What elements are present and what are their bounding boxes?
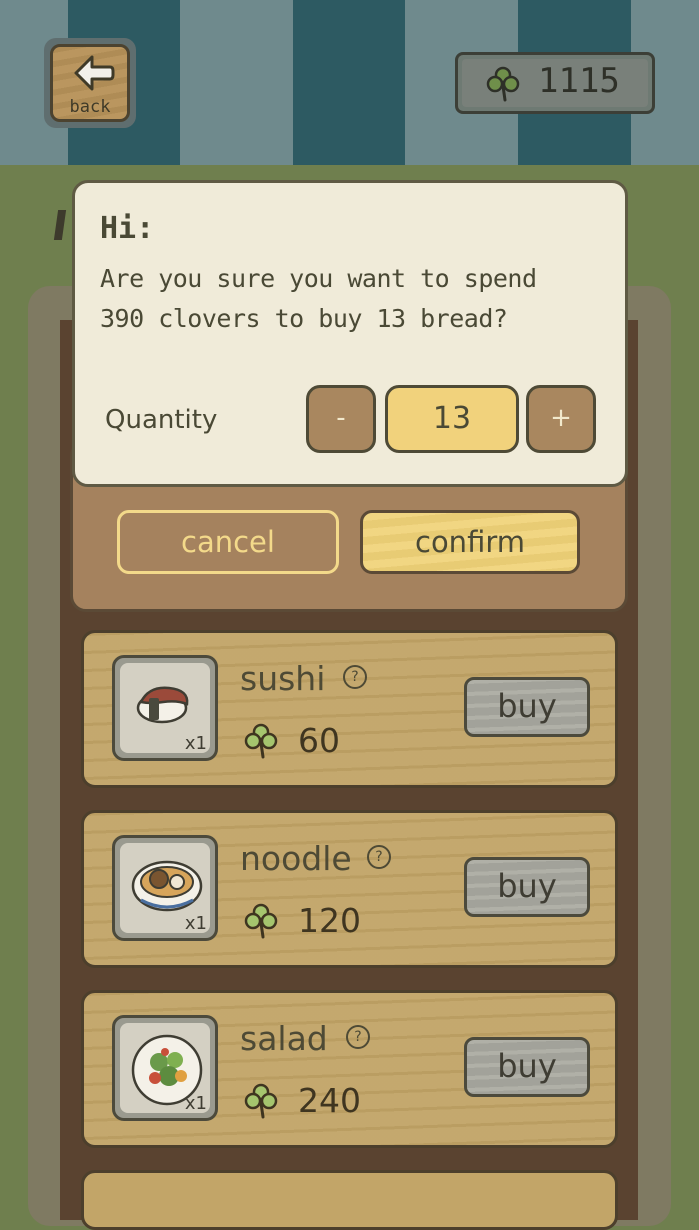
help-icon[interactable]: ? [367,845,391,869]
item-thumbnail: x1 [112,655,218,761]
item-qty: x1 [184,733,207,754]
buy-button[interactable]: buy [464,857,590,917]
cancel-button[interactable]: cancel [117,510,339,574]
noodle-bowl-icon [131,860,203,912]
clover-icon [486,66,520,102]
help-icon[interactable]: ? [346,1025,370,1049]
purchase-confirm-dialog: Hi: Are you sure you want to spend 390 c… [72,180,628,487]
item-name: noodle [240,839,352,878]
item-name: sushi [240,659,326,698]
shop-title-fragment [53,210,67,240]
shop-item-partial [81,1170,618,1230]
buy-button[interactable]: buy [464,677,590,737]
item-name: salad [240,1019,328,1058]
item-thumbnail: x1 [112,1015,218,1121]
quantity-decrease-button[interactable]: - [306,385,376,453]
item-qty: x1 [184,1093,207,1114]
item-price: 240 [298,1081,361,1120]
dialog-title: Hi: [100,211,155,246]
clover-balance-value: 1115 [538,61,620,101]
item-price: 120 [298,901,361,940]
clover-icon [244,903,278,939]
back-button-face: back [50,44,130,122]
quantity-value[interactable]: 13 [385,385,519,453]
shop-item-salad: x1 salad ? 240 buy [81,990,618,1148]
back-arrow-icon [74,55,115,91]
item-qty: x1 [184,913,207,934]
shop-item-noodle: x1 noodle ? 120 buy [81,810,618,968]
clover-icon [244,1083,278,1119]
item-thumbnail: x1 [112,835,218,941]
shop-item-sushi: x1 sushi ? 60 buy [81,630,618,788]
confirm-button[interactable]: confirm [360,510,580,574]
back-button[interactable]: back [44,38,136,128]
dialog-message: Are you sure you want to spend 390 clove… [100,264,537,333]
quantity-label: Quantity [105,405,218,435]
quantity-increase-button[interactable]: + [526,385,596,453]
sushi-icon [136,686,189,724]
buy-button[interactable]: buy [464,1037,590,1097]
clover-icon [244,723,278,759]
clover-balance: 1115 [455,52,655,114]
help-icon[interactable]: ? [343,665,367,689]
item-price: 60 [298,721,340,760]
back-label: back [69,97,111,117]
